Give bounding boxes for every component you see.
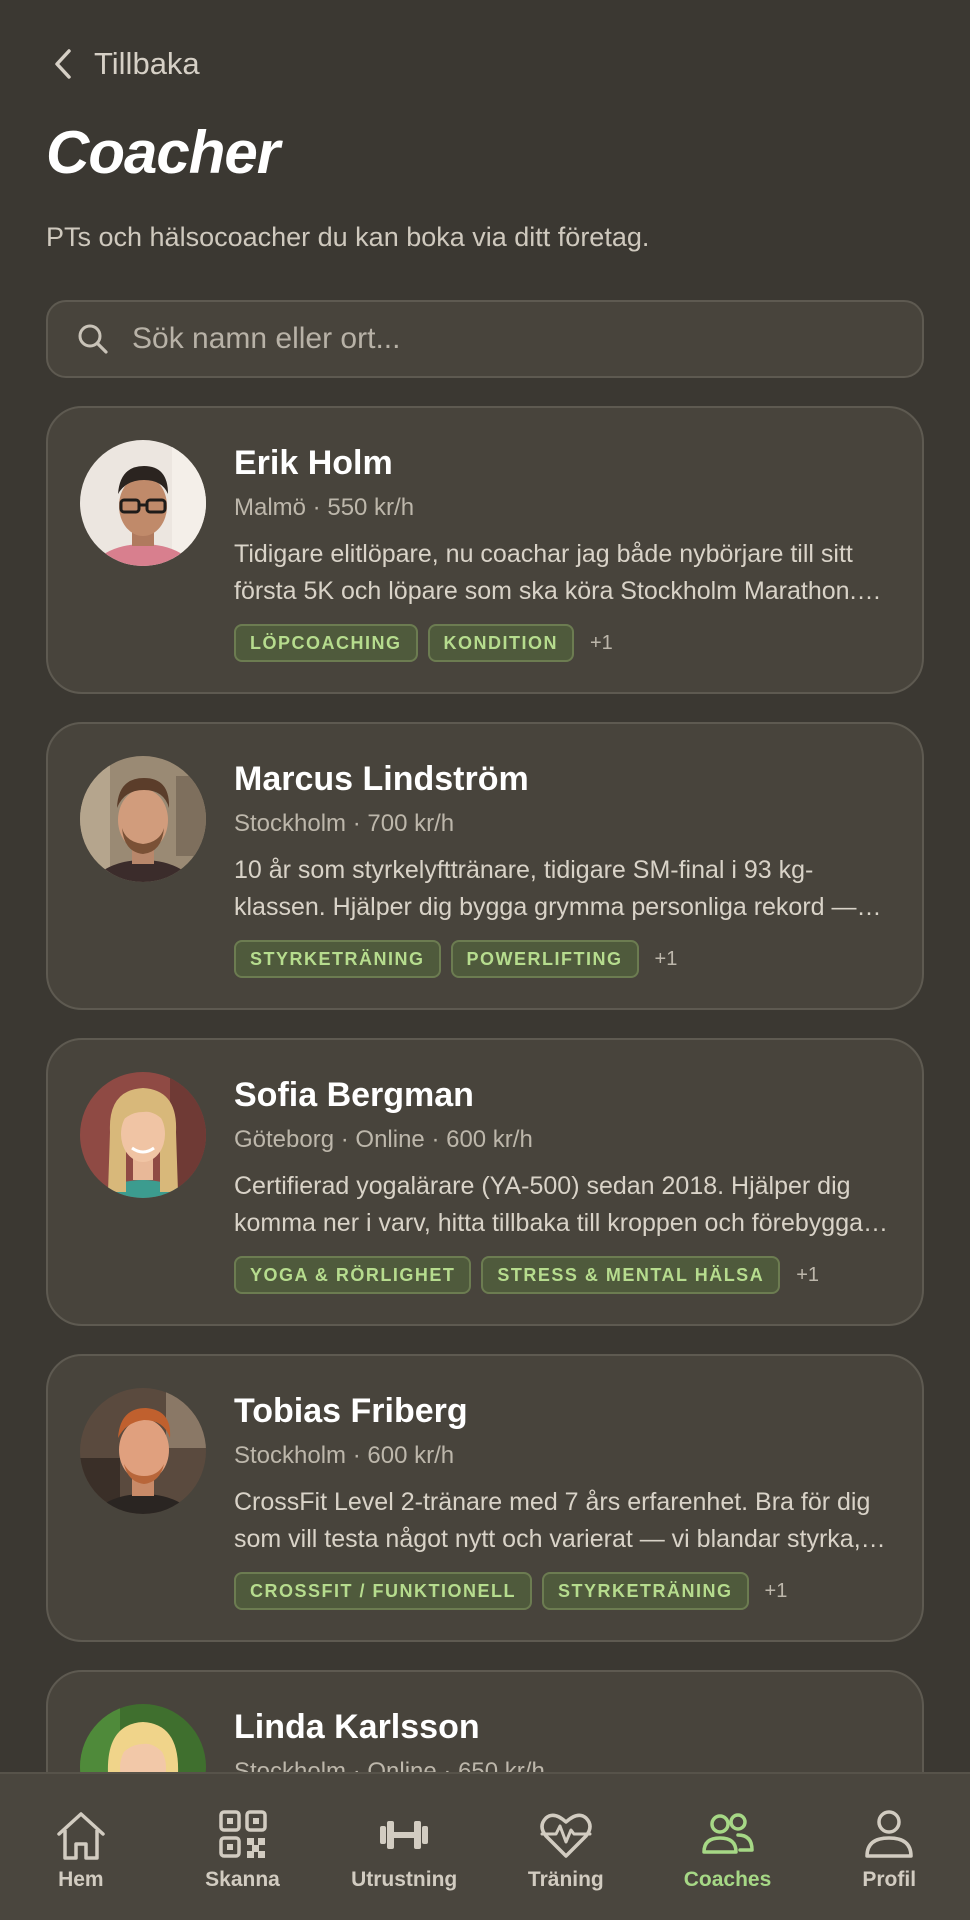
coach-meta: Stockholm · 600 kr/h — [234, 1442, 455, 1469]
nav-label: Hem — [58, 1868, 104, 1891]
page-title: Coacher — [46, 119, 280, 186]
back-button[interactable]: Tillbaka — [50, 46, 200, 82]
tag: LÖPCOACHING — [234, 624, 418, 662]
coach-card[interactable]: Tobias Friberg Stockholm · 600 kr/h Cros… — [46, 1354, 924, 1642]
search-input[interactable] — [132, 322, 892, 356]
coach-bio: Certifierad yogalärare (YA-500) sedan 20… — [234, 1172, 864, 1237]
dumbbell-icon — [380, 1821, 429, 1849]
nav-item-coaches[interactable]: Coaches — [647, 1774, 809, 1920]
nav-label: Profil — [862, 1868, 917, 1891]
page-subtitle: PTs och hälsocoacher du kan boka via dit… — [46, 222, 650, 252]
coach-bio: Tidigare elitlöpare, nu coachar jag både… — [234, 540, 857, 605]
coach-card[interactable]: Sofia Bergman Göteborg · Online · 600 kr… — [46, 1038, 924, 1326]
coach-meta: Stockholm · 700 kr/h — [234, 810, 455, 837]
tag: CROSSFIT / FUNKTIONELL — [234, 1572, 532, 1610]
avatar — [80, 1388, 206, 1514]
tag-list: STYRKETRÄNING POWERLIFTING +1 — [234, 940, 677, 978]
nav-item-training[interactable]: Träning — [485, 1774, 647, 1920]
coach-name: Tobias Friberg — [234, 1392, 468, 1430]
more-tags-count: +1 — [796, 1263, 820, 1286]
tag-list: LÖPCOACHING KONDITION +1 — [234, 624, 613, 662]
tag-list: CROSSFIT / FUNKTIONELL STYRKETRÄNING +1 — [234, 1572, 787, 1610]
coach-name: Marcus Lindström — [234, 760, 529, 798]
coach-name: Linda Karlsson — [234, 1708, 480, 1746]
avatar — [80, 1072, 206, 1198]
user-icon — [865, 1810, 913, 1858]
users-icon — [701, 1813, 754, 1854]
coach-name: Sofia Bergman — [234, 1076, 474, 1114]
more-tags-count: +1 — [764, 1579, 788, 1602]
tag: STRESS & MENTAL HÄLSA — [481, 1256, 781, 1294]
nav-item-profile[interactable]: Profil — [808, 1774, 970, 1920]
tag-list: YOGA & RÖRLIGHET STRESS & MENTAL HÄLSA +… — [234, 1256, 819, 1294]
nav-item-scan[interactable]: Skanna — [162, 1774, 324, 1920]
search-icon — [78, 324, 108, 354]
tag: KONDITION — [427, 624, 574, 662]
bottom-navigation: Hem Skanna Utrustning Träning Coaches Pr… — [0, 1772, 970, 1920]
coach-card[interactable]: Marcus Lindström Stockholm · 700 kr/h 10… — [46, 722, 924, 1010]
coach-meta: Malmö · 550 kr/h — [234, 494, 415, 521]
coach-bio: CrossFit Level 2-tränare med 7 års erfar… — [234, 1488, 871, 1553]
coach-meta: Göteborg · Online · 600 kr/h — [234, 1126, 533, 1153]
search-bar[interactable] — [46, 300, 924, 378]
nav-label: Utrustning — [351, 1868, 458, 1891]
back-label: Tillbaka — [94, 46, 200, 81]
nav-label: Skanna — [205, 1868, 280, 1891]
more-tags-count: +1 — [654, 947, 678, 970]
avatar — [80, 440, 206, 566]
tag: STYRKETRÄNING — [542, 1572, 749, 1610]
chevron-left-icon — [55, 49, 71, 79]
coaches-screen: Tillbaka Coacher PTs och hälsocoacher du… — [0, 0, 970, 1920]
qr-code-icon — [218, 1810, 267, 1858]
coach-list: Erik Holm Malmö · 550 kr/h Tidigare elit… — [46, 406, 924, 1920]
nav-label: Träning — [527, 1868, 604, 1891]
coach-card[interactable]: Erik Holm Malmö · 550 kr/h Tidigare elit… — [46, 406, 924, 694]
tag: POWERLIFTING — [450, 940, 639, 978]
nav-label: Coaches — [683, 1868, 772, 1891]
heart-pulse-icon — [540, 1813, 592, 1858]
avatar — [80, 756, 206, 882]
coach-bio: 10 år som styrkelyfttränare, tidigare SM… — [234, 856, 857, 921]
tag: YOGA & RÖRLIGHET — [234, 1256, 472, 1294]
tag: STYRKETRÄNING — [234, 940, 441, 978]
nav-item-home[interactable]: Hem — [0, 1774, 162, 1920]
nav-item-equipment[interactable]: Utrustning — [323, 1774, 485, 1920]
coach-name: Erik Holm — [234, 444, 393, 482]
home-icon — [57, 1812, 105, 1860]
more-tags-count: +1 — [590, 631, 613, 654]
